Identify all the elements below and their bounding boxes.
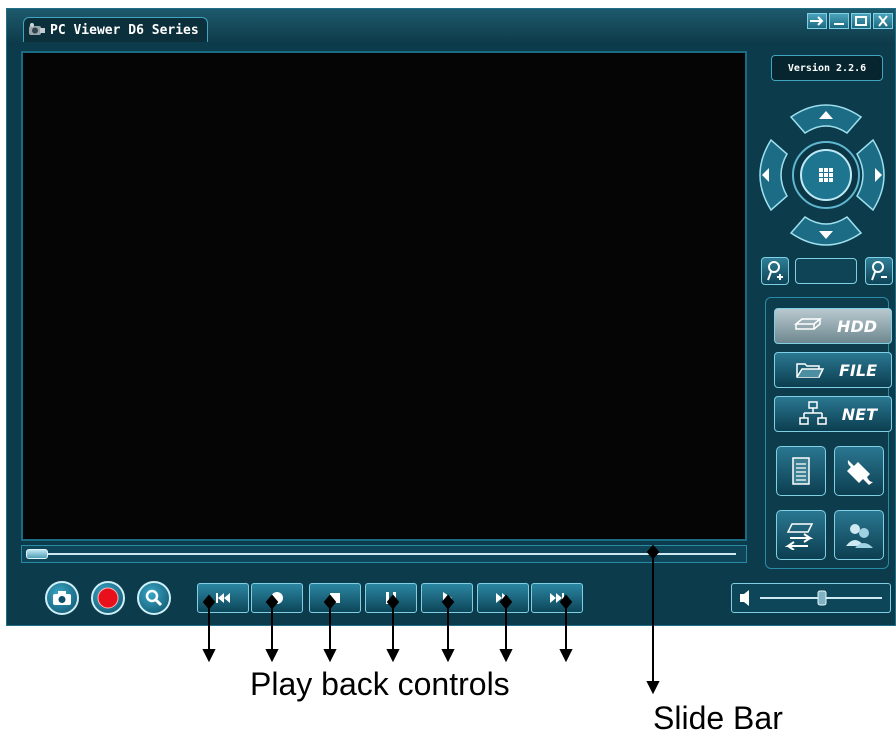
fast-forward-button[interactable]: [477, 583, 529, 613]
pause-icon: [386, 592, 396, 604]
volume-thumb: [817, 590, 827, 606]
stop-icon: [330, 593, 340, 603]
backup-button[interactable]: [776, 510, 826, 560]
right-panel: Version 2.2.6 HDD FILE NET: [755, 51, 893, 571]
ptz-left-button[interactable]: [759, 138, 788, 212]
zoom-in-icon: [767, 261, 783, 281]
zoom-out-button[interactable]: [865, 257, 893, 285]
bottom-toolbar: [21, 569, 891, 619]
stop-button[interactable]: [309, 583, 361, 613]
version-label: Version 2.2.6: [771, 55, 883, 81]
network-icon: [799, 401, 827, 425]
ptz-center-button[interactable]: [792, 141, 860, 209]
users-button[interactable]: [834, 510, 884, 560]
zoom-row: [755, 257, 893, 285]
wrench-icon: [847, 460, 873, 485]
skip-forward-icon: [550, 593, 564, 603]
play-icon: [443, 592, 452, 604]
mode-panel: HDD FILE NET: [765, 297, 892, 569]
fast-forward-icon: [496, 593, 508, 603]
title-bar[interactable]: PC Viewer D6 Series: [7, 9, 895, 43]
record-button[interactable]: [91, 581, 125, 615]
users-icon: [846, 524, 873, 548]
settings-button[interactable]: [834, 446, 884, 496]
slide-bar[interactable]: [21, 545, 747, 563]
zoom-value-field: [795, 258, 857, 284]
folder-icon: [796, 363, 825, 378]
volume-control[interactable]: [731, 583, 891, 613]
skip-back-icon: [216, 593, 230, 603]
zoom-out-icon: [871, 261, 887, 281]
grid-icon: [819, 168, 833, 182]
skip-forward-button[interactable]: [531, 583, 583, 613]
search-icon: [145, 589, 163, 607]
record-dot-icon: [271, 592, 283, 604]
search-button[interactable]: [137, 581, 171, 615]
mode-net-label: NET: [841, 404, 877, 424]
mode-hdd-button[interactable]: HDD: [774, 308, 892, 344]
mode-file-button[interactable]: FILE: [774, 352, 892, 388]
speaker-icon: [740, 590, 749, 606]
hdd-icon: [793, 318, 823, 330]
record-dot-button[interactable]: [251, 583, 303, 613]
main-window: PC Viewer D6 Series Version 2.2.6 HDD FI…: [6, 8, 896, 626]
close-icon[interactable]: [873, 13, 893, 29]
skip-back-button[interactable]: [197, 583, 249, 613]
window-controls: [807, 13, 893, 29]
volume-slider[interactable]: [732, 584, 890, 612]
slide-bar-caption: Slide Bar: [653, 700, 783, 736]
app-icon: [29, 23, 45, 35]
window-title: PC Viewer D6 Series: [50, 22, 199, 38]
camera-icon: [53, 591, 71, 605]
list-icon: [792, 457, 810, 485]
ptz-right-button[interactable]: [856, 138, 885, 212]
ptz-control: [759, 104, 885, 246]
maximize-icon[interactable]: [851, 13, 871, 29]
list-button[interactable]: [776, 446, 826, 496]
mode-hdd-label: HDD: [837, 316, 877, 336]
slide-bar-thumb[interactable]: [26, 549, 48, 559]
video-display[interactable]: [21, 51, 747, 541]
slide-bar-track: [46, 553, 736, 555]
zoom-in-button[interactable]: [761, 257, 789, 285]
backup-icon: [784, 523, 814, 550]
title-tab: PC Viewer D6 Series: [23, 17, 208, 42]
ptz-up-button[interactable]: [789, 104, 863, 134]
snapshot-button[interactable]: [45, 581, 79, 615]
playback-controls-caption: Play back controls: [250, 666, 510, 702]
pin-icon[interactable]: [807, 13, 827, 29]
mode-net-button[interactable]: NET: [774, 396, 892, 432]
pause-button[interactable]: [365, 583, 417, 613]
record-icon: [97, 587, 119, 609]
mode-file-label: FILE: [838, 360, 877, 380]
play-button[interactable]: [421, 583, 473, 613]
ptz-down-button[interactable]: [789, 216, 863, 246]
minimize-icon[interactable]: [829, 13, 849, 29]
